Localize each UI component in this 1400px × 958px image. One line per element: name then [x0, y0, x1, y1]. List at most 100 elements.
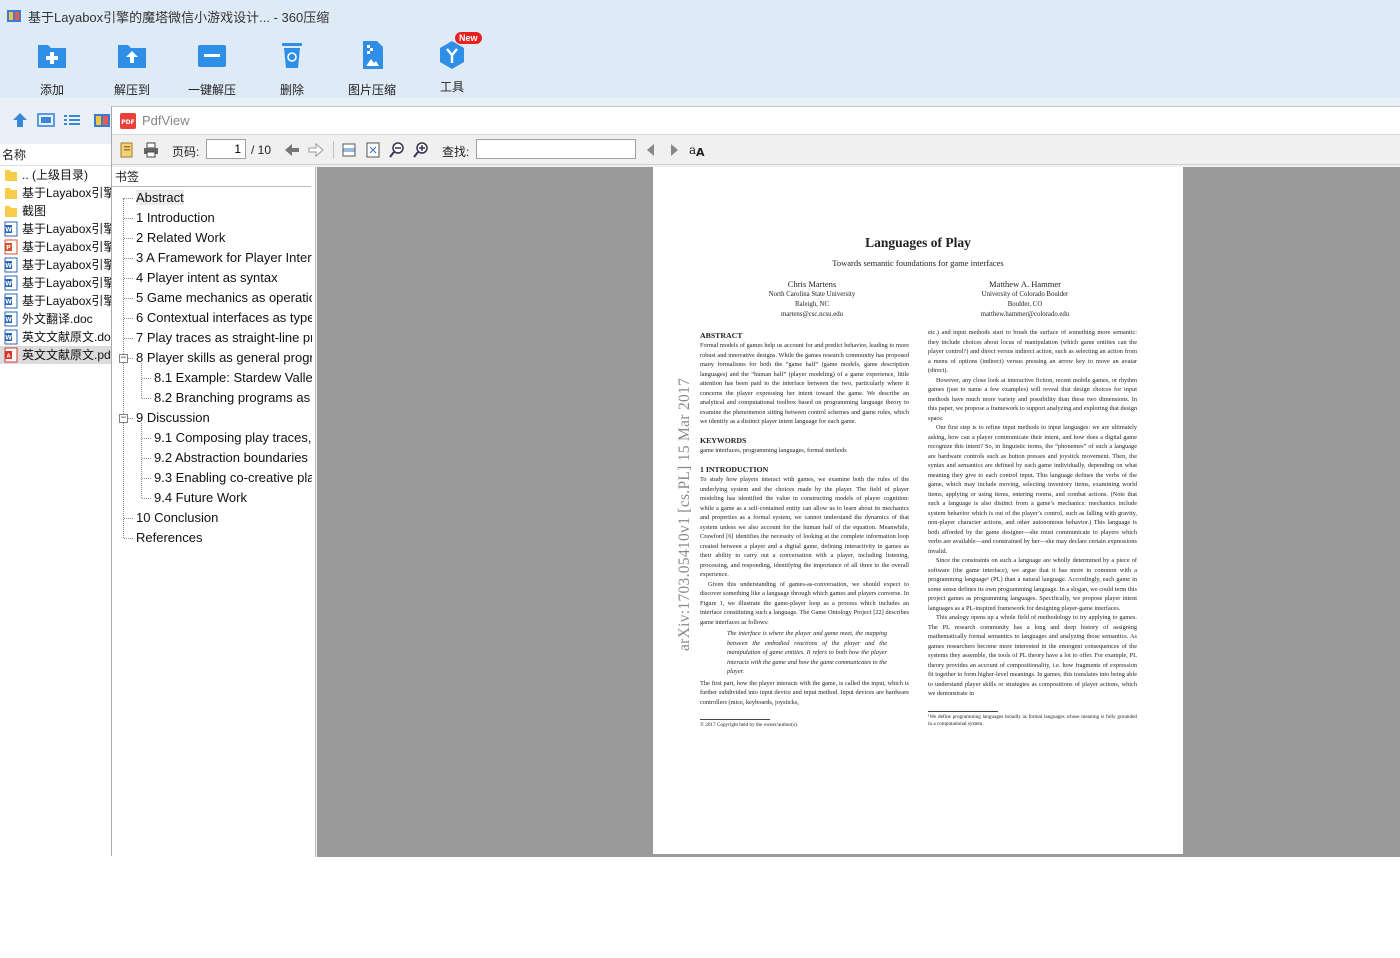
bookmark-item[interactable]: 6 Contextual interfaces as type systems [124, 308, 312, 328]
bookmark-item[interactable]: 8 Player skills as general programs [124, 348, 312, 368]
bookmark-label: 8.1 Example: Stardew Valley [154, 370, 312, 385]
pdf-toolbar: 页码: / 10 查找: [112, 135, 1400, 165]
collapse-toggle-icon[interactable]: − [119, 354, 128, 363]
file-row[interactable]: P 基于Layabox引擎的魔塔微信小游戏设计.ppt [0, 238, 112, 256]
intro-quote: The interface is where the player and ga… [727, 630, 887, 675]
extract-to-button[interactable]: 解压到 [92, 38, 172, 97]
file-row[interactable]: W 基于Layabox引擎的魔塔微信小游戏设计.doc [0, 292, 112, 310]
file-row[interactable]: W 基于Layabox引擎的魔塔微信小游戏设计.doc [0, 274, 112, 292]
search-options-icon[interactable]: a A [688, 141, 706, 159]
fit-width-icon[interactable] [340, 141, 358, 159]
column-header-name[interactable]: 名称 [0, 144, 112, 166]
bookmark-item[interactable]: 9.1 Composing play traces, skills [142, 428, 312, 448]
file-list: 名称 .. (上级目录) 基于Layabox引擎的魔塔微信小游戏设计截图 W 基于La… [0, 144, 112, 958]
pdf-viewer-area[interactable]: arXiv:1703.05410v1 [cs.PL] 15 Mar 2017 L… [317, 167, 1400, 857]
arxiv-stamp: arXiv:1703.05410v1 [cs.PL] 15 Mar 2017 [676, 377, 693, 651]
tools-button[interactable]: New 工具 [412, 32, 492, 96]
folder-icon [5, 206, 17, 217]
svg-text:P: P [6, 245, 11, 252]
collapse-toggle-icon[interactable]: − [119, 414, 128, 423]
file-row[interactable]: .. (上级目录) [0, 166, 112, 184]
fit-page-icon[interactable] [364, 141, 382, 159]
word-doc-icon: W [4, 311, 18, 327]
bookmark-label: 9.3 Enabling co-creative play [154, 470, 312, 485]
pdf-page: arXiv:1703.05410v1 [cs.PL] 15 Mar 2017 L… [653, 167, 1183, 854]
bookmark-item[interactable]: 9 Discussion [124, 408, 312, 428]
open-file-icon[interactable] [118, 141, 136, 159]
bookmark-item[interactable]: 9.2 Abstraction boundaries [142, 448, 312, 468]
author-name: Matthew A. Hammer [989, 279, 1061, 289]
pdfview-title: PdfView [142, 113, 190, 128]
trash-icon [282, 43, 302, 68]
list-view-icon[interactable] [63, 112, 81, 128]
file-row[interactable]: W 英文文献原文.docx [0, 328, 112, 346]
bookmark-item[interactable]: 9.4 Future Work [142, 488, 312, 508]
pdf-doc-icon: A [4, 347, 18, 363]
folder-icon [5, 188, 17, 199]
bookmark-label: 10 Conclusion [136, 510, 219, 525]
pdfview-title-bar: PDF PdfView [112, 107, 1400, 135]
extract-icon [198, 45, 226, 67]
body-paragraph: However, any close look at interactive f… [928, 376, 1137, 422]
bookmark-item[interactable]: 5 Game mechanics as operational semantic… [124, 288, 312, 308]
file-name: 基于Layabox引擎的魔塔微信小游戏设计.doc [22, 258, 112, 272]
bookmark-item[interactable]: 9.3 Enabling co-creative play [142, 468, 312, 488]
svg-text:W: W [5, 281, 12, 288]
author-location: Boulder, CO [1007, 301, 1043, 308]
file-rows: .. (上级目录) 基于Layabox引擎的魔塔微信小游戏设计截图 W 基于Layab… [0, 166, 112, 364]
file-name: 截图 [22, 204, 47, 218]
ppt-doc-icon: P [4, 239, 18, 255]
author-block: Chris Martens North Carolina State Unive… [697, 279, 927, 320]
delete-button[interactable]: 删除 [252, 38, 332, 97]
zoom-out-icon[interactable] [388, 141, 406, 159]
up-arrow-icon[interactable] [11, 112, 29, 128]
print-icon[interactable] [142, 141, 160, 159]
next-page-icon[interactable] [307, 141, 325, 159]
file-row[interactable]: A 英文文献原文.pdf [0, 346, 112, 364]
introduction-heading: 1 INTRODUCTION [700, 465, 769, 474]
abstract-heading: ABSTRACT [700, 331, 743, 340]
add-button[interactable]: 添加 [12, 38, 92, 97]
word-doc-icon: W [4, 257, 18, 273]
search-input[interactable] [476, 139, 636, 159]
bookmark-item[interactable]: References [124, 528, 312, 548]
keywords-text: game interfaces, programming languages, … [700, 446, 847, 454]
title-bar: 基于Layabox引擎的魔塔微信小游戏设计... - 360压缩 [0, 0, 1400, 32]
author-block: Matthew A. Hammer University of Colorado… [910, 279, 1140, 320]
author-location: Raleigh, NC [795, 301, 829, 308]
bookmark-item[interactable]: 8.2 Branching programs as strategies [142, 388, 312, 408]
page-label: 页码: [172, 145, 200, 159]
search-next-icon[interactable] [665, 141, 683, 159]
image-compress-button[interactable]: 图片压缩 [332, 38, 412, 97]
file-row[interactable]: W 基于Layabox引擎的魔塔微信小游戏设计.doc [0, 256, 112, 274]
file-name: 基于Layabox引擎的魔塔微信小游戏设计.doc [22, 276, 112, 290]
bookmark-item[interactable]: Abstract [124, 188, 312, 208]
file-row[interactable]: 截图 [0, 202, 112, 220]
svg-text:W: W [5, 299, 12, 306]
bookmark-item[interactable]: 10 Conclusion [124, 508, 312, 528]
file-row[interactable]: 基于Layabox引擎的魔塔微信小游戏设计 [0, 184, 112, 202]
page-number-input[interactable] [206, 139, 246, 159]
intro-paragraph: Given this understanding of games-as-con… [700, 580, 909, 626]
bookmark-label: 9.2 Abstraction boundaries [154, 450, 308, 465]
bookmark-item[interactable]: 1 Introduction [124, 208, 312, 228]
bookmark-item[interactable]: 3 A Framework for Player Interfaces [124, 248, 312, 268]
bookmark-item[interactable]: 8.1 Example: Stardew Valley [142, 368, 312, 388]
file-row[interactable]: W 基于Layabox引擎的魔塔微信小游戏设计.doc [0, 220, 112, 238]
bookmark-item[interactable]: 4 Player intent as syntax [124, 268, 312, 288]
thumbnail-view-icon[interactable] [37, 112, 55, 128]
bookmark-item[interactable]: 2 Related Work [124, 228, 312, 248]
file-name: .. (上级目录) [22, 168, 88, 182]
zoom-in-icon[interactable] [412, 141, 430, 159]
bookmark-label: 9.4 Future Work [154, 490, 247, 505]
page-total: / 10 [251, 143, 272, 157]
bookmark-item[interactable]: 7 Play traces as straight-line programs [124, 328, 312, 348]
one-click-extract-button[interactable]: 一键解压 [172, 38, 252, 97]
extract-folder-icon [118, 45, 146, 68]
previous-page-icon[interactable] [283, 141, 301, 159]
pdf-app-icon: PDF [120, 112, 136, 129]
search-previous-icon[interactable] [642, 141, 660, 159]
file-row[interactable]: W 外文翻译.doc [0, 310, 112, 328]
svg-text:PDF: PDF [121, 119, 134, 126]
svg-text:A: A [7, 354, 11, 360]
